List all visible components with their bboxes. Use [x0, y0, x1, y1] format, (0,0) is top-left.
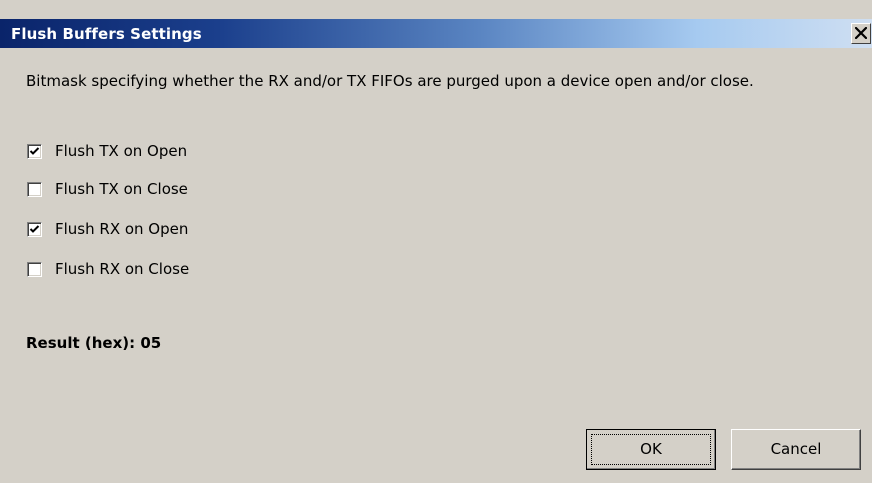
- flush-buffers-dialog: Flush Buffers Settings Bitmask specifyin…: [0, 0, 872, 483]
- cancel-button[interactable]: Cancel: [731, 429, 861, 470]
- close-button[interactable]: [851, 23, 871, 44]
- flush-tx-on-open-checkbox[interactable]: [27, 143, 42, 159]
- result-hex-label: Result (hex): 05: [26, 334, 162, 352]
- ok-button-label: OK: [640, 440, 662, 458]
- flush-tx-on-open-option[interactable]: Flush TX on Open: [27, 141, 187, 161]
- description-text: Bitmask specifying whether the RX and/or…: [26, 72, 754, 90]
- flush-rx-on-close-label: Flush RX on Close: [55, 260, 190, 278]
- window-title: Flush Buffers Settings: [11, 25, 202, 43]
- checkmark-icon: [29, 146, 40, 155]
- flush-rx-on-open-label: Flush RX on Open: [55, 220, 189, 238]
- flush-rx-on-open-option[interactable]: Flush RX on Open: [27, 219, 188, 239]
- flush-rx-on-close-checkbox[interactable]: [27, 261, 42, 277]
- checkmark-icon: [29, 224, 40, 233]
- flush-rx-on-close-option[interactable]: Flush RX on Close: [27, 259, 189, 279]
- flush-tx-on-close-option[interactable]: Flush TX on Close: [27, 179, 188, 199]
- flush-tx-on-close-checkbox[interactable]: [27, 181, 42, 197]
- flush-tx-on-close-label: Flush TX on Close: [55, 180, 188, 198]
- flush-rx-on-open-checkbox[interactable]: [27, 221, 42, 237]
- ok-button[interactable]: OK: [586, 429, 716, 470]
- cancel-button-label: Cancel: [770, 440, 822, 458]
- title-bar[interactable]: Flush Buffers Settings: [0, 19, 872, 48]
- flush-tx-on-open-label: Flush TX on Open: [55, 142, 188, 160]
